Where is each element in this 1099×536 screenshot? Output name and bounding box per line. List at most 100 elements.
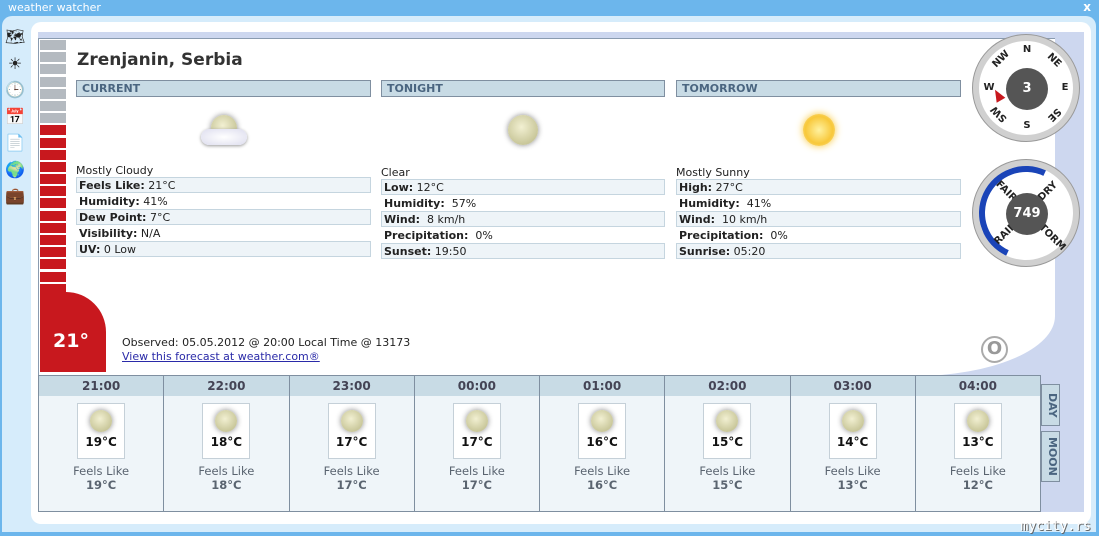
barometer: RAIN FAIR DRY STORM 749 <box>965 152 1087 274</box>
detail-label: Feels Like: <box>79 179 145 192</box>
detail-row: Visibility: N/A <box>76 225 371 241</box>
brand-watermark: mycity.rs <box>1020 519 1091 534</box>
hourly-item: 00:00 17°C Feels Like 17°C <box>414 376 540 511</box>
detail-label: Sunset: <box>384 245 432 258</box>
column-header: TOMORROW <box>676 80 961 97</box>
weather-com-link[interactable]: View this forecast at weather.com® <box>122 350 320 363</box>
condition-text: Mostly Sunny <box>676 166 750 179</box>
hour-time: 23:00 <box>289 376 414 396</box>
feels-like-value: 16°C <box>587 478 618 492</box>
detail-value: 10 km/h <box>715 213 768 226</box>
hour-icon-box: 19°C <box>77 403 126 459</box>
detail-value: 57% <box>444 197 477 210</box>
hourly-item: 01:00 16°C Feels Like 16°C <box>540 376 666 511</box>
condition-text: Mostly Cloudy <box>76 164 154 177</box>
feels-like-label: Feels Like <box>323 464 380 478</box>
column-tomorrow: TOMORROW Mostly Sunny High: 27°C Humidity:… <box>676 80 961 259</box>
detail-label: Wind: <box>384 213 421 226</box>
column-header: TONIGHT <box>381 80 665 97</box>
hour-icon-box: 17°C <box>327 403 376 459</box>
detail-value: 41% <box>139 195 168 208</box>
detail-value: N/A <box>137 227 161 240</box>
feels-like-label: Feels Like <box>824 464 881 478</box>
detail-row: Feels Like: 21°C <box>76 177 371 193</box>
condition-text: Clear <box>381 166 410 179</box>
briefcase-icon[interactable]: 💼 <box>4 185 26 207</box>
hour-time: 01:00 <box>540 376 665 396</box>
detail-row: High: 27°C <box>676 179 961 195</box>
observed-text: Observed: 05.05.2012 @ 20:00 Local Time … <box>122 336 411 349</box>
clock-icon[interactable]: 🕒 <box>4 79 26 101</box>
detail-row: Wind: 8 km/h <box>381 211 665 227</box>
thermometer-segment <box>40 210 66 222</box>
hour-temp: 19°C <box>85 435 117 449</box>
weather-map-icon[interactable]: 🗺 <box>4 26 26 48</box>
moon-icon <box>90 410 113 432</box>
hour-icon-box: 13°C <box>953 403 1002 459</box>
hour-icon-box: 18°C <box>202 403 251 459</box>
detail-label: Visibility: <box>79 227 138 240</box>
thermometer-segment <box>40 271 66 283</box>
tab-day[interactable]: DAY <box>1041 384 1060 426</box>
feels-like-label: Feels Like <box>448 464 505 478</box>
hour-temp: 17°C <box>461 435 493 449</box>
wind-speed: 3 <box>1006 68 1048 110</box>
detail-row: Humidity: 57% <box>381 195 665 211</box>
thermometer-segment <box>40 52 66 64</box>
hour-icon-box: 14°C <box>828 403 877 459</box>
detail-row: Low: 12°C <box>381 179 665 195</box>
hourly-item: 23:00 17°C Feels Like 17°C <box>289 376 415 511</box>
moon-icon <box>966 410 989 432</box>
compass-label: S <box>1023 120 1031 131</box>
mostly-sunny-icon <box>676 97 961 163</box>
detail-row: Sunset: 19:50 <box>381 243 665 259</box>
column-current: CURRENT Mostly Cloudy Feels Like: 21°C Hum… <box>76 80 371 257</box>
tab-moon[interactable]: MOON <box>1041 431 1060 482</box>
hour-time: 00:00 <box>414 376 539 396</box>
detail-label: Low: <box>384 181 414 194</box>
detail-label: High: <box>679 181 713 194</box>
hour-temp: 13°C <box>962 435 994 449</box>
detail-value: 7°C <box>146 211 171 224</box>
refresh-ring-icon[interactable]: O <box>981 336 1008 363</box>
hour-temp: 14°C <box>836 435 869 449</box>
hourly-item: 22:00 18°C Feels Like 18°C <box>164 376 290 511</box>
thermometer-segment <box>40 161 66 173</box>
document-icon[interactable]: 📄 <box>4 132 26 154</box>
detail-label: Precipitation: <box>679 229 764 242</box>
feels-like-label: Feels Like <box>699 464 756 478</box>
mostly-cloudy-night-icon <box>76 97 371 163</box>
detail-value: 19:50 <box>431 245 467 258</box>
close-button[interactable]: x <box>1083 0 1091 14</box>
hour-time: 02:00 <box>665 376 790 396</box>
detail-label: Humidity: <box>679 197 740 210</box>
detail-value: 21°C <box>144 179 176 192</box>
detail-value: 12°C <box>413 181 444 194</box>
detail-value: 41% <box>739 197 772 210</box>
sun-icon[interactable]: ☀ <box>4 53 26 75</box>
detail-value: 0% <box>468 229 493 242</box>
feels-like-value: 12°C <box>962 478 993 492</box>
calendar-icon[interactable]: 📅 <box>4 106 26 128</box>
moon-icon <box>716 410 739 432</box>
moon-icon <box>465 410 488 432</box>
detail-label: Dew Point: <box>79 211 147 224</box>
thermometer-segment <box>40 113 66 125</box>
detail-label: Humidity: <box>384 197 445 210</box>
hourly-item: 04:00 13°C Feels Like 12°C <box>915 376 1040 511</box>
thermometer-segment <box>40 149 66 161</box>
thermometer-segment <box>40 222 66 234</box>
feels-like-value: 17°C <box>336 478 367 492</box>
thermometer-segment <box>40 174 66 186</box>
thermometer-segment <box>40 100 66 112</box>
hour-time: 21:00 <box>39 376 164 396</box>
thermometer-segment <box>40 40 66 51</box>
column-header: CURRENT <box>76 80 371 97</box>
wind-compass: N NE E SE S SW W NW 3 <box>972 34 1080 142</box>
detail-label: UV: <box>79 243 101 256</box>
detail-row: UV: 0 Low <box>76 241 371 257</box>
detail-value: 0% <box>763 229 788 242</box>
hourly-item: 02:00 15°C Feels Like 15°C <box>665 376 791 511</box>
feels-like-value: 18°C <box>211 478 242 492</box>
globe-icon[interactable]: 🌍 <box>4 159 26 181</box>
